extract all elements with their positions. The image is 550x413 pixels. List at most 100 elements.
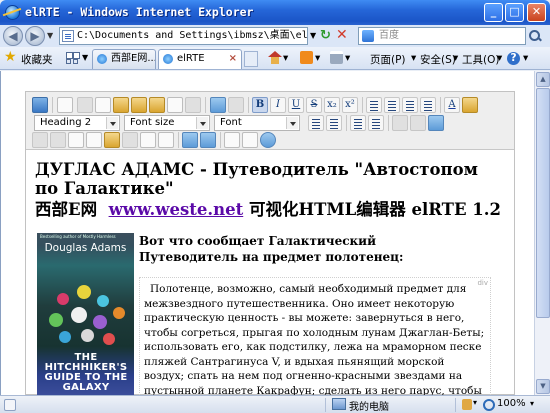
cut-icon[interactable] — [77, 97, 93, 113]
tools-menu[interactable]: 工具(O) — [462, 52, 499, 67]
redo-icon[interactable] — [228, 97, 244, 113]
anchor-icon[interactable] — [428, 115, 444, 131]
back-button[interactable]: ◀ — [3, 26, 23, 46]
feeds-icon[interactable] — [300, 51, 313, 64]
recent-pages-dropdown[interactable]: ▼ — [47, 31, 53, 40]
print-dropdown[interactable]: ▾ — [345, 52, 350, 64]
remove-format-icon[interactable] — [167, 97, 183, 113]
underline-button[interactable]: U — [288, 97, 304, 113]
indent-icon[interactable] — [326, 115, 342, 131]
maximize-button[interactable]: □ — [505, 3, 524, 22]
quick-tabs-icon[interactable] — [66, 51, 80, 65]
home-dropdown[interactable]: ▾ — [283, 52, 288, 64]
font-size-select[interactable]: Font size — [124, 115, 210, 131]
new-tab-button[interactable] — [244, 51, 258, 67]
horizontal-rule-icon[interactable] — [32, 132, 48, 148]
about-icon[interactable] — [260, 132, 276, 148]
paragraph-icon[interactable] — [185, 97, 201, 113]
strikethrough-button[interactable]: S — [306, 97, 322, 113]
page-menu-dropdown[interactable]: ▾ — [411, 52, 416, 64]
scroll-thumb[interactable] — [536, 88, 550, 318]
italic-button[interactable]: I — [270, 97, 286, 113]
home-icon[interactable] — [268, 51, 282, 64]
blockquote-icon[interactable] — [50, 132, 66, 148]
my-computer-icon — [332, 398, 346, 410]
stop-icon[interactable]: ✕ — [336, 27, 348, 43]
outdent-icon[interactable] — [308, 115, 324, 131]
new-document-icon[interactable] — [57, 97, 73, 113]
safety-menu[interactable]: 安全(S) — [420, 52, 456, 67]
format-select-value: Heading 2 — [40, 117, 92, 128]
background-color-icon[interactable] — [462, 97, 478, 113]
align-left-icon[interactable] — [366, 97, 382, 113]
print-icon[interactable] — [330, 51, 343, 64]
paste-text-icon[interactable] — [131, 97, 147, 113]
table-icon[interactable] — [140, 132, 156, 148]
editor-content[interactable]: ДУГЛАС АДАМС - Путеводитель "Автостопом … — [26, 151, 514, 395]
search-input[interactable]: 百度 — [358, 27, 526, 45]
feeds-dropdown[interactable]: ▾ — [315, 52, 320, 64]
scroll-down-button[interactable]: ▼ — [536, 379, 550, 394]
superscript-button[interactable]: x² — [342, 97, 358, 113]
image-icon[interactable] — [182, 132, 198, 148]
help-dropdown[interactable]: ▾ — [523, 52, 528, 64]
format-select[interactable]: Heading 2 — [34, 115, 120, 131]
flash-icon[interactable] — [200, 132, 216, 148]
protected-mode-icon[interactable] — [462, 399, 472, 410]
refresh-icon[interactable]: ↻ — [320, 28, 331, 43]
font-family-select[interactable]: Font — [214, 115, 300, 131]
address-dropdown[interactable]: ▼ — [310, 31, 316, 40]
ordered-list-icon[interactable] — [368, 115, 384, 131]
fullscreen-icon[interactable] — [224, 132, 240, 148]
zoom-level[interactable]: 100% — [497, 398, 526, 409]
safety-menu-dropdown[interactable]: ▾ — [453, 52, 458, 64]
minimize-button[interactable]: _ — [484, 3, 503, 22]
close-button[interactable]: ✕ — [527, 3, 546, 22]
div-icon[interactable] — [68, 132, 84, 148]
search-icon[interactable] — [528, 29, 542, 43]
forward-button[interactable]: ▶ — [25, 26, 45, 46]
undo-icon[interactable] — [210, 97, 226, 113]
stop-floating-icon[interactable] — [86, 132, 102, 148]
save-icon[interactable] — [32, 97, 48, 113]
tools-menu-dropdown[interactable]: ▾ — [497, 52, 502, 64]
vertical-scrollbar[interactable]: ▲ ▼ — [534, 71, 550, 395]
bold-button[interactable]: B — [252, 97, 268, 113]
page-icon — [62, 30, 74, 42]
window-title: elRTE - Windows Internet Explorer — [25, 5, 254, 19]
help-icon[interactable]: ? — [507, 52, 520, 65]
page-menu[interactable]: 页面(P) — [370, 52, 406, 67]
align-center-icon[interactable] — [384, 97, 400, 113]
favorites-button[interactable]: 收藏夹 — [21, 52, 53, 67]
weste-link[interactable]: www.weste.net — [109, 200, 244, 219]
nbsp-icon[interactable] — [122, 132, 138, 148]
paste-word-icon[interactable] — [149, 97, 165, 113]
align-justify-icon[interactable] — [420, 97, 436, 113]
paste-icon[interactable] — [113, 97, 129, 113]
tab-elrte[interactable]: elRTE × — [158, 49, 242, 69]
scroll-up-button[interactable]: ▲ — [536, 72, 550, 87]
source-icon[interactable] — [242, 132, 258, 148]
favorites-star-icon[interactable]: ★ — [4, 50, 17, 64]
protected-mode-dropdown[interactable]: ▾ — [473, 398, 477, 407]
tab-close-icon[interactable]: × — [229, 50, 237, 68]
unordered-list-icon[interactable] — [350, 115, 366, 131]
zoom-icon[interactable] — [483, 399, 495, 411]
security-zone-label[interactable]: 我的电脑 — [349, 398, 389, 413]
tab-weste[interactable]: 西部E网... — [92, 49, 156, 69]
address-url: C:\Documents and Settings\ibmsz\桌面\elrte… — [77, 30, 308, 41]
address-input[interactable]: C:\Documents and Settings\ibmsz\桌面\elrte… — [59, 27, 308, 45]
css-icon[interactable] — [104, 132, 120, 148]
table-props-icon[interactable] — [158, 132, 174, 148]
toolbar-separator — [346, 115, 347, 131]
unlink-icon[interactable] — [410, 115, 426, 131]
editor-toolbar: B I U S x₂ x² A Heading 2 Font size Font — [26, 92, 514, 150]
text-color-icon[interactable]: A — [444, 97, 460, 113]
tab-list-dropdown[interactable]: ▼ — [82, 53, 88, 62]
copy-icon[interactable] — [95, 97, 111, 113]
align-right-icon[interactable] — [402, 97, 418, 113]
zoom-dropdown[interactable]: ▾ — [530, 399, 534, 408]
subscript-button[interactable]: x₂ — [324, 97, 340, 113]
link-icon[interactable] — [392, 115, 408, 131]
ball-graphic — [97, 295, 109, 307]
